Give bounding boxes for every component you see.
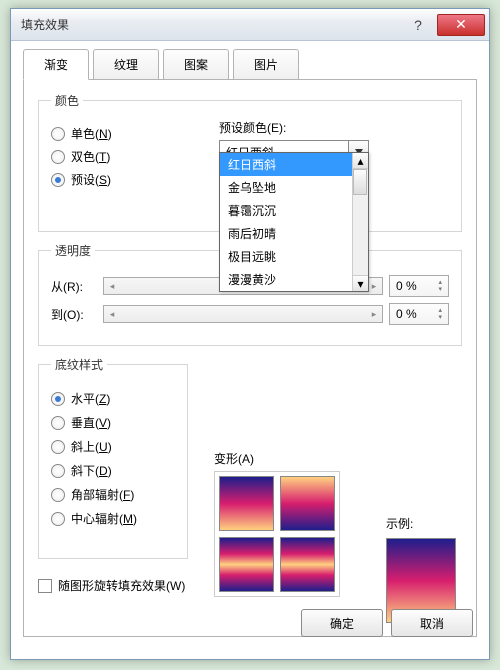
cancel-button[interactable]: 取消: [391, 609, 473, 637]
radio-single-color[interactable]: [51, 127, 65, 141]
slider-left-icon[interactable]: ◂: [104, 278, 120, 294]
titlebar[interactable]: 填充效果 ? ✕: [11, 9, 489, 41]
tab-gradient[interactable]: 渐变: [23, 49, 89, 80]
example-label: 示例:: [386, 515, 456, 532]
radio-center-label: 中心辐射(M): [71, 510, 137, 527]
preset-color-label: 预设颜色(E):: [219, 119, 369, 136]
radio-two-label: 双色(T): [71, 148, 110, 165]
transparency-legend: 透明度: [51, 242, 95, 259]
spinner-icon[interactable]: ▴▾: [438, 307, 442, 321]
spinner-icon[interactable]: ▴▾: [438, 279, 442, 293]
variant-1[interactable]: [219, 476, 274, 531]
radio-vertical-label: 垂直(V): [71, 414, 111, 431]
radio-two-color[interactable]: [51, 150, 65, 164]
to-percent-input[interactable]: 0 %▴▾: [389, 303, 449, 325]
tab-picture[interactable]: 图片: [233, 49, 299, 80]
slider-left-icon[interactable]: ◂: [104, 306, 120, 322]
dropdown-option[interactable]: 雨后初晴: [220, 222, 368, 245]
radio-single-label: 单色(N): [71, 125, 112, 142]
scroll-up-icon[interactable]: ▴: [353, 153, 368, 169]
style-legend: 底纹样式: [51, 356, 107, 373]
dialog-buttons: 确定 取消: [301, 609, 473, 637]
variants-area: 变形(A): [214, 450, 340, 597]
radio-vertical[interactable]: [51, 416, 65, 430]
panel: 颜色 单色(N) 双色(T) 预设(S) 预设颜色(E): 红日西斜: [23, 79, 477, 637]
dropdown-option[interactable]: 红日西斜: [220, 153, 368, 176]
rotate-checkbox[interactable]: [38, 579, 52, 593]
tabs: 渐变 纹理 图案 图片: [23, 49, 477, 80]
color-fieldset: 颜色 单色(N) 双色(T) 预设(S) 预设颜色(E): 红日西斜: [38, 92, 462, 232]
from-label: 从(R):: [51, 278, 97, 295]
radio-corner[interactable]: [51, 488, 65, 502]
variant-4[interactable]: [280, 537, 335, 592]
variant-3[interactable]: [219, 537, 274, 592]
example-area: 示例:: [386, 515, 456, 623]
radio-horizontal[interactable]: [51, 392, 65, 406]
radio-diag-down-label: 斜下(D): [71, 462, 112, 479]
ok-button[interactable]: 确定: [301, 609, 383, 637]
radio-diag-up-label: 斜上(U): [71, 438, 112, 455]
tab-pattern[interactable]: 图案: [163, 49, 229, 80]
radio-diag-down[interactable]: [51, 464, 65, 478]
radio-preset[interactable]: [51, 173, 65, 187]
dropdown-option[interactable]: 暮霭沉沉: [220, 199, 368, 222]
radio-diag-up[interactable]: [51, 440, 65, 454]
tab-texture[interactable]: 纹理: [93, 49, 159, 80]
help-button[interactable]: ?: [400, 14, 436, 36]
scroll-thumb[interactable]: [353, 169, 367, 195]
to-slider[interactable]: ◂▸: [103, 305, 383, 323]
dropdown-option[interactable]: 漫漫黄沙: [220, 268, 368, 291]
variants-label: 变形(A): [214, 450, 340, 467]
radio-corner-label: 角部辐射(F): [71, 486, 134, 503]
radio-horizontal-label: 水平(Z): [71, 390, 110, 407]
variants-grid: [214, 471, 340, 597]
preset-dropdown: 红日西斜 金乌坠地 暮霭沉沉 雨后初晴 极目远眺 漫漫黄沙 ▴ ▾: [219, 152, 369, 292]
variant-2[interactable]: [280, 476, 335, 531]
radio-preset-label: 预设(S): [71, 171, 111, 188]
color-legend: 颜色: [51, 92, 83, 109]
scroll-down-icon[interactable]: ▾: [353, 275, 368, 291]
dialog-title: 填充效果: [21, 16, 399, 33]
slider-right-icon[interactable]: ▸: [366, 306, 382, 322]
dropdown-scrollbar[interactable]: ▴ ▾: [352, 153, 368, 291]
close-button[interactable]: ✕: [437, 14, 485, 36]
from-percent-input[interactable]: 0 %▴▾: [389, 275, 449, 297]
radio-center[interactable]: [51, 512, 65, 526]
dropdown-option[interactable]: 极目远眺: [220, 245, 368, 268]
to-label: 到(O):: [51, 306, 97, 323]
rotate-label: 随图形旋转填充效果(W): [58, 577, 185, 594]
dropdown-option[interactable]: 金乌坠地: [220, 176, 368, 199]
style-fieldset: 底纹样式 水平(Z) 垂直(V) 斜上(U) 斜下(D) 角部辐射(F) 中心辐…: [38, 356, 188, 559]
fill-effects-dialog: 填充效果 ? ✕ 渐变 纹理 图案 图片 颜色 单色(N) 双色(T): [10, 8, 490, 660]
